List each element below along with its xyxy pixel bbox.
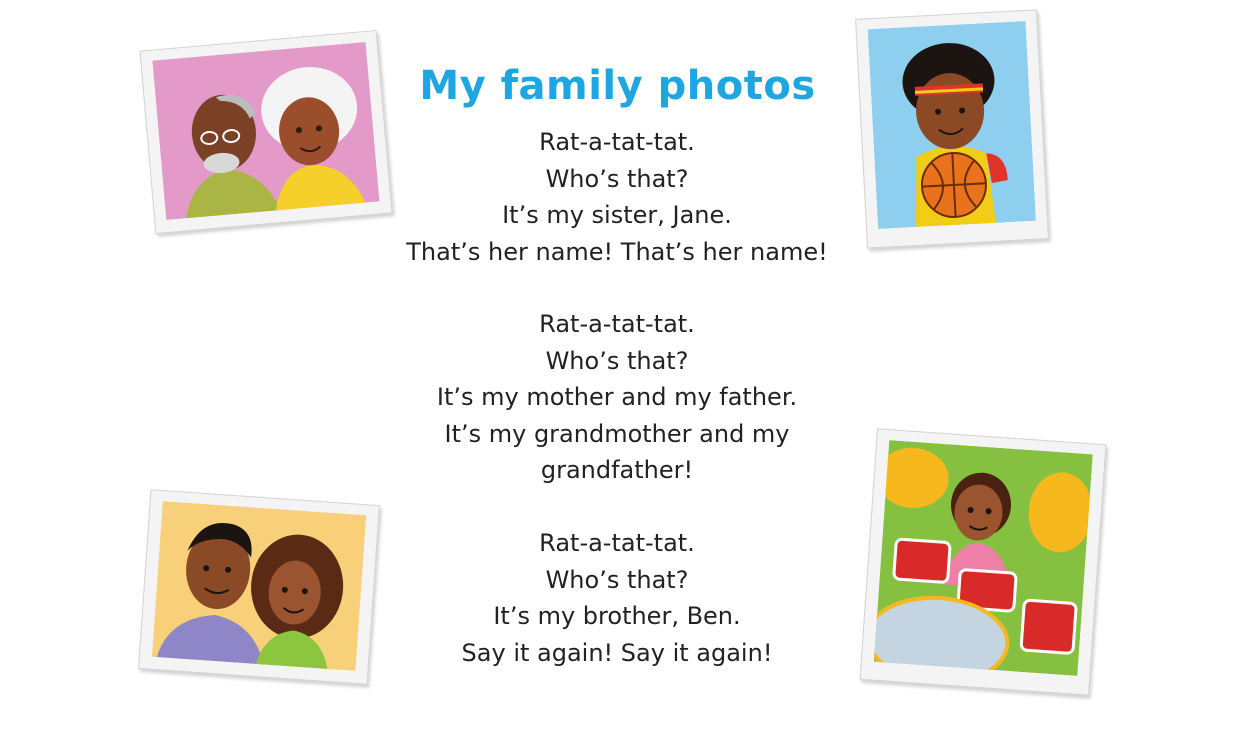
poem-line: Rat-a-tat-tat. <box>539 128 695 156</box>
stanza-1: Rat-a-tat-tat. Who’s that? It’s my siste… <box>317 124 917 270</box>
photo-grandparents <box>139 29 393 235</box>
drum-icon <box>1019 598 1078 655</box>
photo-mother-father <box>138 489 380 685</box>
photo-girl-drums <box>859 428 1107 696</box>
stanza-2: Rat-a-tat-tat. Who’s that? It’s my mothe… <box>317 306 917 489</box>
poem-line: Say it again! Say it again! <box>461 638 773 667</box>
girl-drums-illustration <box>873 440 1093 676</box>
poem-line: It’s my sister, Jane. <box>502 201 732 229</box>
poem-line: It’s my mother and my father. <box>436 383 798 411</box>
stanza-3: Rat-a-tat-tat. Who’s that? It’s my broth… <box>317 525 917 671</box>
poem-line: Who’s that? <box>545 164 689 193</box>
boy-basketball-illustration <box>867 21 1036 230</box>
poem-line: Who’s that? <box>545 346 689 375</box>
poem-line: It’s my brother, Ben. <box>493 602 741 630</box>
poem-line: That’s her name! That’s her name! <box>406 237 828 266</box>
grandparents-illustration <box>152 41 380 221</box>
poem-line: Rat-a-tat-tat. <box>539 310 695 338</box>
poem-line: grandfather! <box>540 456 694 484</box>
poem-line: It’s my grandmother and my <box>444 419 790 448</box>
drum-icon <box>892 537 952 584</box>
poem-line: Who’s that? <box>545 565 689 594</box>
parents-illustration <box>151 501 367 671</box>
poem-line: Rat-a-tat-tat. <box>539 529 695 557</box>
photo-boy-basketball <box>855 9 1049 249</box>
